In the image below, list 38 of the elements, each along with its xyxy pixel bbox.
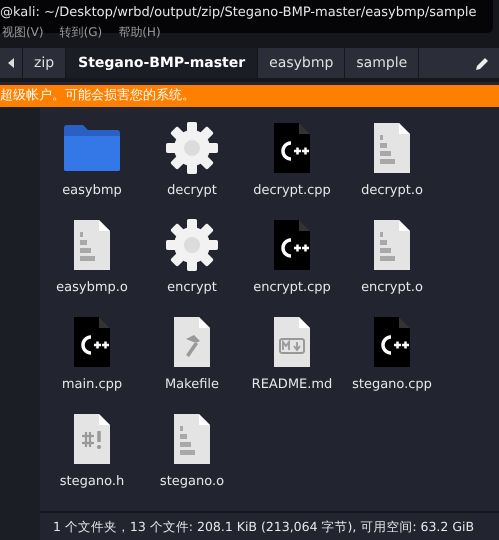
binary-file-icon	[372, 121, 412, 175]
file-name[interactable]: Makefile	[164, 377, 220, 392]
folder-icon	[63, 124, 121, 172]
menu-item[interactable]: 转到(G)	[60, 24, 102, 41]
script-file-icon	[72, 412, 112, 466]
file-name[interactable]: easybmp.o	[56, 280, 128, 295]
breadcrumb-button[interactable]: easybmp	[258, 48, 344, 78]
cpp-file-icon	[372, 315, 412, 369]
breadcrumb-button[interactable]: sample	[345, 48, 418, 78]
file-name[interactable]: decrypt	[167, 183, 217, 198]
file-name[interactable]: encrypt.o	[361, 280, 423, 295]
gear-icon	[164, 217, 220, 273]
breadcrumb-button[interactable]: Stegano-BMP-master	[66, 48, 258, 78]
file-name[interactable]: stegano.o	[160, 474, 224, 489]
file-name[interactable]: main.cpp	[62, 377, 122, 392]
file-name[interactable]: encrypt	[167, 280, 217, 295]
file-name[interactable]: README.md	[252, 377, 332, 392]
edit-icon[interactable]	[476, 56, 489, 70]
menu-item[interactable]: 视图(V)	[2, 24, 44, 41]
file-name[interactable]: easybmp	[62, 183, 122, 198]
file-name[interactable]: encrypt.cpp	[253, 280, 331, 295]
file-name[interactable]: decrypt.o	[361, 183, 423, 198]
binary-file-icon	[72, 218, 112, 272]
cpp-file-icon	[272, 121, 312, 175]
file-name[interactable]: stegano.h	[60, 474, 124, 489]
breadcrumb-button[interactable]: zip	[23, 48, 66, 78]
cpp-file-icon	[272, 218, 312, 272]
status-bar: 1 个文件夹，13 个文件: 208.1 KiB (213,064 字节), 可用空间: 63.2 GiB	[40, 511, 499, 540]
gear-icon	[164, 120, 220, 176]
binary-file-icon	[172, 412, 212, 466]
file-name[interactable]: stegano.cpp	[352, 377, 432, 392]
warning-banner: 超级帐户。可能会损害您的系统。	[0, 85, 499, 107]
markdown-file-icon	[272, 315, 312, 369]
cpp-file-icon	[72, 315, 112, 369]
binary-file-icon	[372, 218, 412, 272]
file-name[interactable]: decrypt.cpp	[253, 183, 331, 198]
hammer-file-icon	[172, 315, 212, 369]
menu-item[interactable]: 帮助(H)	[118, 24, 161, 41]
